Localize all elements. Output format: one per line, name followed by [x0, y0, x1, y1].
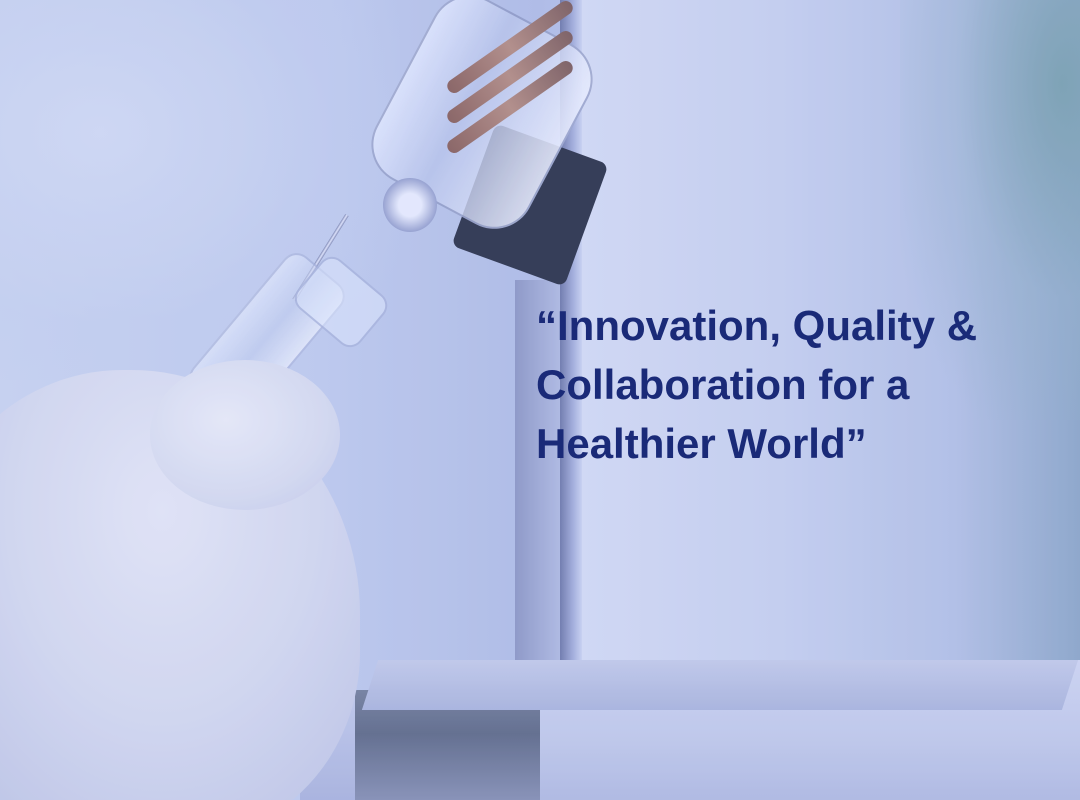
slogan-line-1: “Innovation, Quality &: [536, 302, 978, 349]
slogan-line-3: Healthier World”: [536, 420, 867, 467]
slogan-quote: “Innovation, Quality & Collaboration for…: [536, 296, 1066, 473]
slogan-line-2: Collaboration for a: [536, 361, 910, 408]
photo-background: “Innovation, Quality & Collaboration for…: [0, 0, 1080, 800]
